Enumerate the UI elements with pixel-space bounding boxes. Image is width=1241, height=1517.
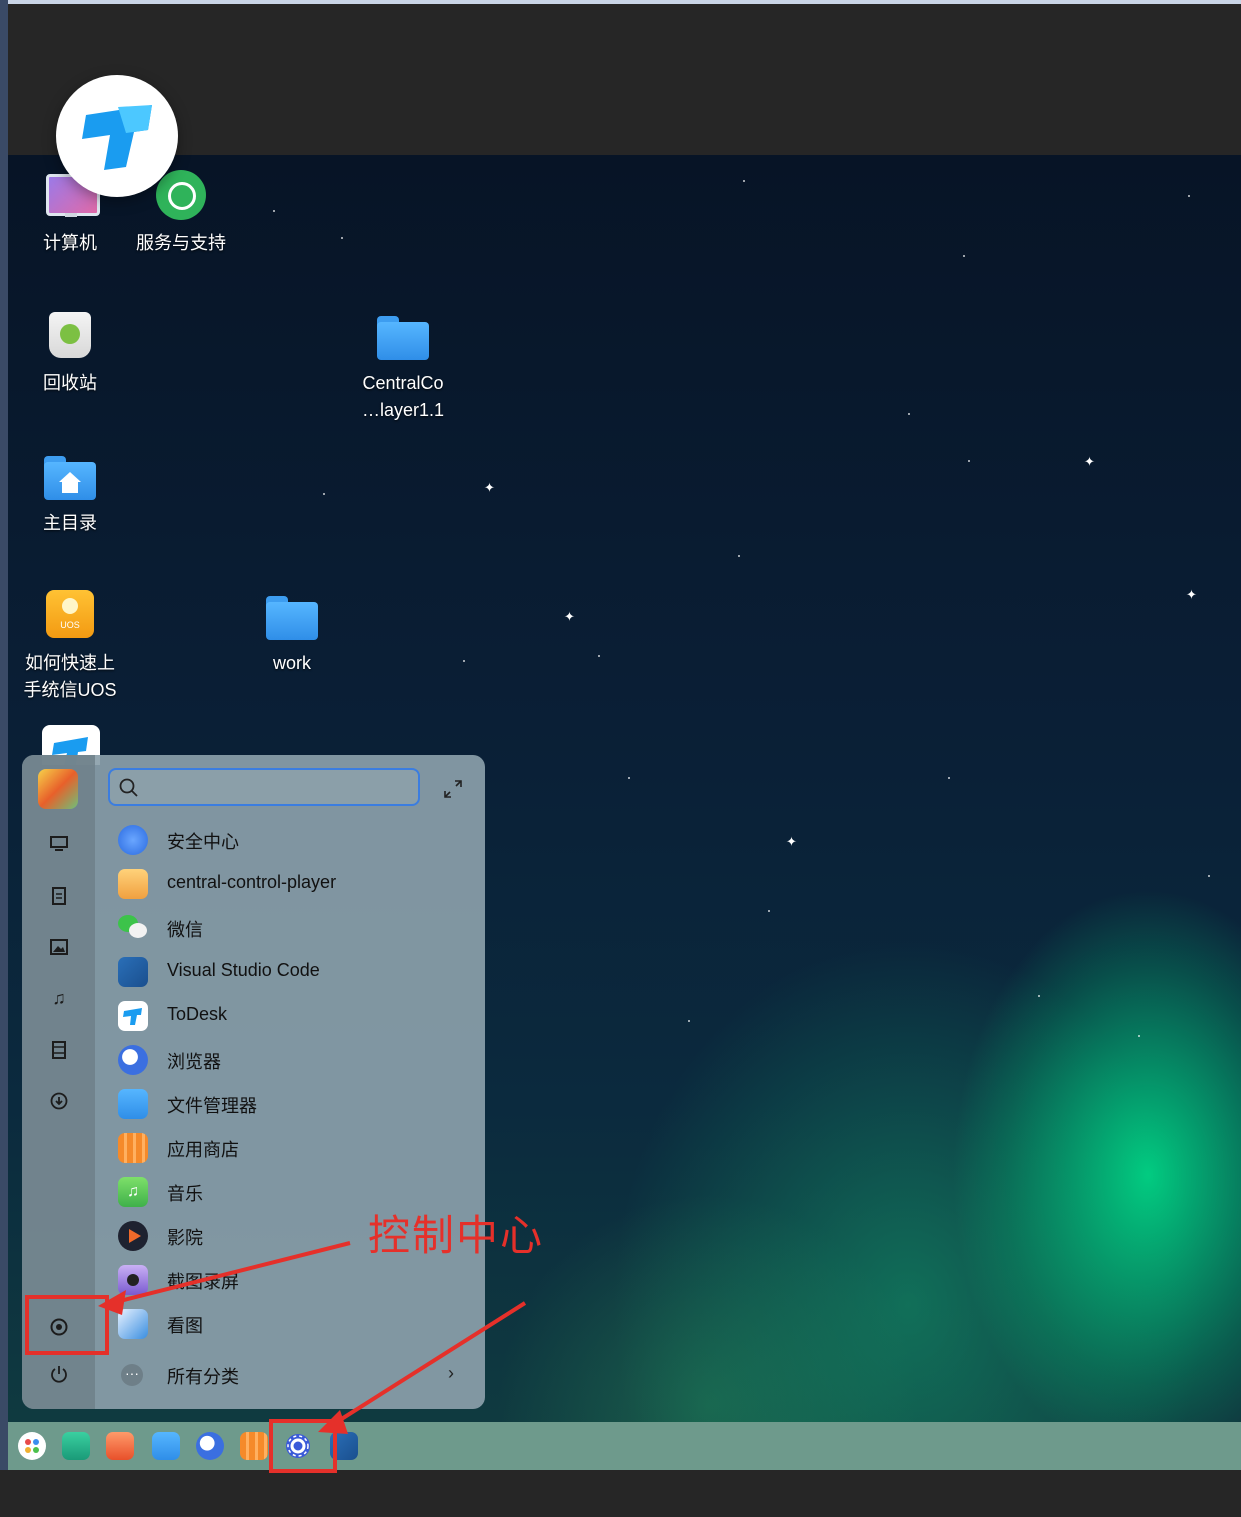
annotation-arrows bbox=[98, 1241, 527, 1434]
